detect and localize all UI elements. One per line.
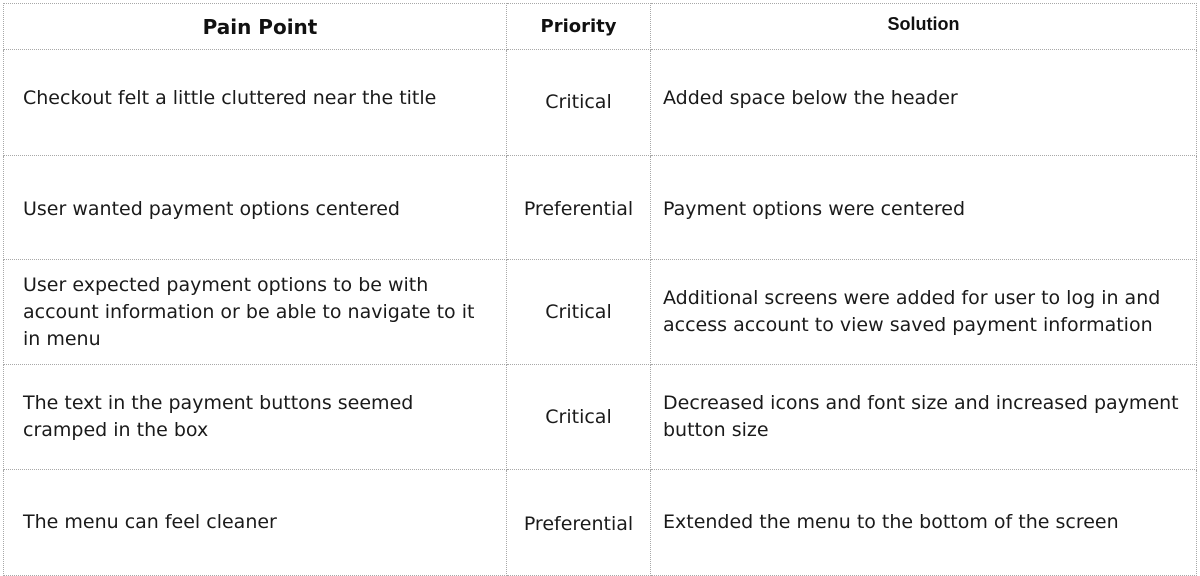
priority-text: Critical xyxy=(545,91,612,113)
priority-text: Preferential xyxy=(523,513,634,535)
table-row: User wanted payment options centered Pre… xyxy=(3,155,1197,260)
priority-text: Critical xyxy=(545,405,612,428)
pain-point-text: The menu can feel cleaner xyxy=(23,511,277,533)
pain-point-text: The text in the payment buttons seemed c… xyxy=(23,392,414,441)
table-row: User expected payment options to be with… xyxy=(3,259,1197,365)
pain-point-text: User expected payment options to be with… xyxy=(23,273,475,350)
solution-cell: Additional screens were added for user t… xyxy=(650,259,1197,365)
pain-point-text: User wanted payment options centered xyxy=(23,198,400,220)
priority-cell: Critical xyxy=(506,364,651,470)
pain-point-cell: The menu can feel cleaner xyxy=(3,469,507,576)
pain-point-cell: Checkout felt a little cluttered near th… xyxy=(3,49,507,156)
priority-cell: Critical xyxy=(506,49,651,156)
pain-point-table-container: Pain Point Priority Solution Checkout fe… xyxy=(3,3,1197,576)
header-priority: Priority xyxy=(506,3,651,50)
pain-point-cell: The text in the payment buttons seemed c… xyxy=(3,364,507,470)
solution-cell: Extended the menu to the bottom of the s… xyxy=(650,469,1197,576)
header-pain-point: Pain Point xyxy=(3,3,507,50)
solution-text: Added space below the header xyxy=(663,87,958,109)
header-solution: Solution xyxy=(650,3,1197,50)
priority-cell: Preferential xyxy=(506,155,651,260)
solution-text: Decreased icons and font size and increa… xyxy=(663,392,1179,441)
solution-cell: Payment options were centered xyxy=(650,155,1197,260)
solution-text: Payment options were centered xyxy=(663,198,966,220)
solution-cell: Decreased icons and font size and increa… xyxy=(650,364,1197,470)
table-row: Checkout felt a little cluttered near th… xyxy=(3,49,1197,156)
pain-point-cell: User expected payment options to be with… xyxy=(3,259,507,365)
pain-point-cell: User wanted payment options centered xyxy=(3,155,507,260)
solution-text: Extended the menu to the bottom of the s… xyxy=(663,511,1119,533)
pain-point-table: Pain Point Priority Solution Checkout fe… xyxy=(3,3,1197,576)
priority-text: Critical xyxy=(545,300,612,323)
pain-point-text: Checkout felt a little cluttered near th… xyxy=(23,87,437,109)
priority-cell: Critical xyxy=(506,259,651,365)
table-row: The menu can feel cleaner Preferential E… xyxy=(3,469,1197,576)
priority-cell: Preferential xyxy=(506,469,651,576)
table-header-row: Pain Point Priority Solution xyxy=(3,3,1197,50)
solution-text: Additional screens were added for user t… xyxy=(663,287,1161,336)
priority-text: Preferential xyxy=(523,198,634,220)
table-row: The text in the payment buttons seemed c… xyxy=(3,364,1197,470)
solution-cell: Added space below the header xyxy=(650,49,1197,156)
